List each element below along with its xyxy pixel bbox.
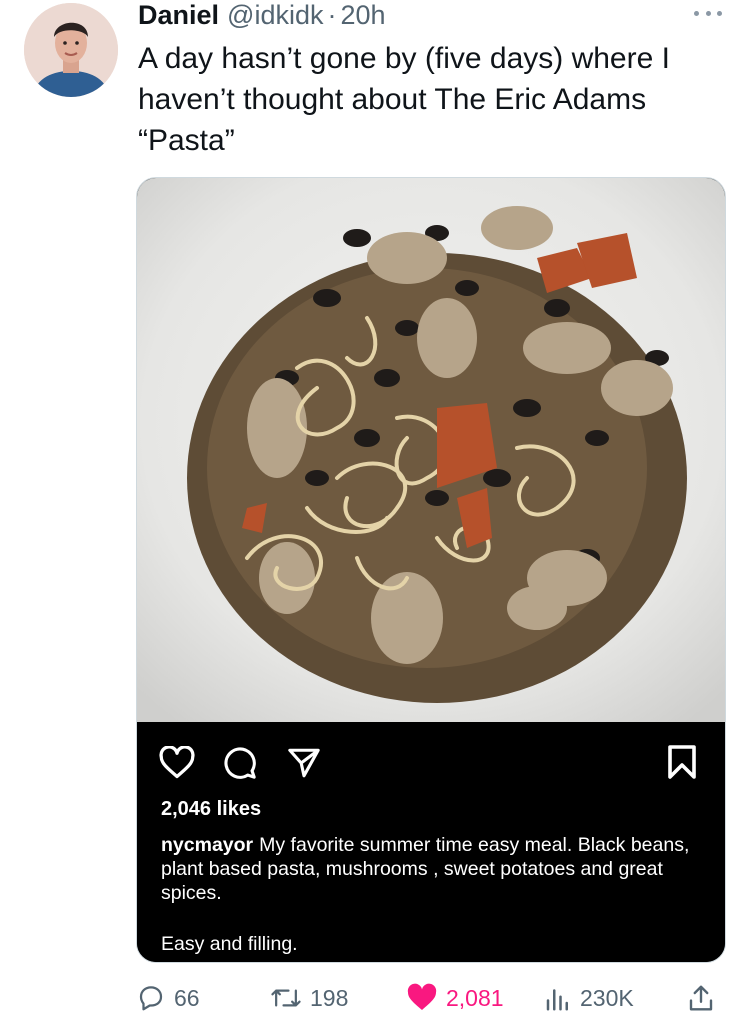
caption-second-line: Easy and filling. — [161, 933, 298, 955]
caption-username[interactable]: nycmayor — [161, 834, 253, 856]
retweet-count: 198 — [310, 984, 349, 1011]
tweet-text: A day hasn’t gone by (five days) where I… — [138, 42, 670, 157]
avatar[interactable] — [24, 3, 118, 97]
instagram-post-panel: 2,046 likes nycmayor My favorite summer t… — [137, 722, 725, 962]
comment-icon[interactable] — [223, 746, 257, 780]
like-button[interactable]: 2,081 — [406, 980, 504, 1016]
separator-dot: · — [327, 0, 337, 30]
heart-icon[interactable] — [159, 746, 195, 780]
retweet-button[interactable]: 198 — [270, 980, 348, 1016]
views-count: 230K — [580, 984, 634, 1011]
more-icon[interactable] — [694, 8, 722, 18]
instagram-caption: nycmayor My favorite summer time easy mea… — [161, 833, 701, 905]
user-handle[interactable]: @idkidk — [227, 0, 323, 31]
tweet-action-bar: 66 198 2,081 230K — [136, 980, 726, 1020]
retweet-icon — [271, 989, 301, 1007]
views-button[interactable]: 230K — [544, 980, 634, 1016]
send-icon[interactable] — [287, 746, 321, 780]
food-photo[interactable] — [137, 178, 726, 722]
like-count: 2,081 — [446, 984, 504, 1011]
share-icon — [689, 985, 713, 1011]
display-name[interactable]: Daniel — [138, 0, 219, 31]
views-icon — [546, 989, 568, 1011]
tweet-header: Daniel @idkidk · 20h — [138, 0, 386, 30]
timestamp[interactable]: 20h — [340, 0, 385, 31]
instagram-likes: 2,046 likes — [161, 798, 262, 820]
tweet-media[interactable]: 2,046 likes nycmayor My favorite summer t… — [136, 177, 726, 963]
reply-icon — [139, 986, 163, 1011]
like-icon — [407, 983, 437, 1010]
reply-count: 66 — [174, 984, 200, 1011]
share-button[interactable] — [686, 980, 716, 1016]
bookmark-icon[interactable] — [667, 744, 697, 780]
reply-button[interactable]: 66 — [136, 980, 200, 1016]
